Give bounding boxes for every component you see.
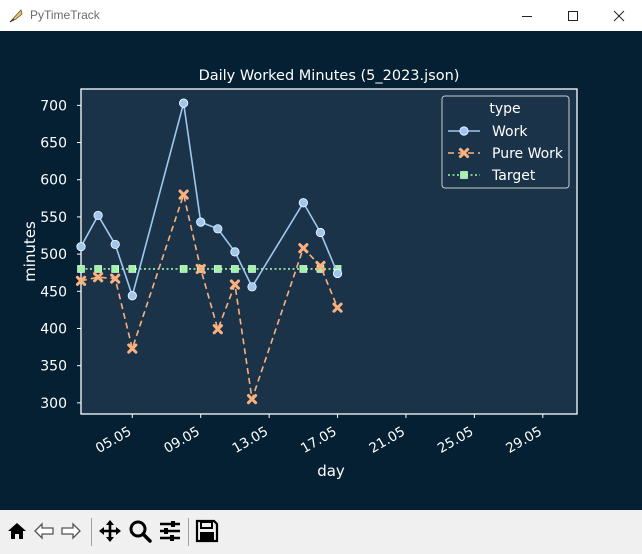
maximize-icon (568, 10, 578, 21)
x-tick-label: 13.05 (230, 424, 271, 457)
toolbar-separator (188, 518, 189, 546)
close-icon (613, 10, 625, 21)
back-arrow-icon (34, 522, 54, 540)
x-tick-label: 09.05 (161, 424, 202, 457)
forward-button[interactable] (58, 518, 84, 544)
data-point-work (196, 217, 206, 227)
x-tick-label: 25.05 (435, 424, 476, 457)
data-point-target (231, 265, 239, 273)
x-axis-label: day (317, 462, 345, 480)
legend-label-target: Target (491, 168, 536, 184)
zoom-icon (129, 520, 152, 543)
data-point-work (332, 268, 343, 279)
data-point-work (247, 282, 257, 292)
minimize-icon (522, 15, 532, 17)
x-tick-label: 29.05 (503, 424, 544, 457)
data-point-work (76, 242, 86, 252)
y-tick-label: 550 (40, 210, 67, 226)
close-button[interactable] (596, 0, 642, 31)
data-point-target (77, 265, 85, 273)
data-point-work (315, 227, 326, 238)
chart-title: Daily Worked Minutes (5_2023.json) (199, 68, 460, 84)
y-tick-label: 700 (40, 98, 67, 114)
x-tick-label: 17.05 (298, 424, 339, 457)
data-point-target (299, 265, 308, 273)
line-chart: Daily Worked Minutes (5_2023.json) 300 350… (21, 68, 578, 480)
legend-label-pure-work: Pure Work (492, 146, 564, 162)
data-point-target (214, 265, 222, 273)
y-tick-label: 300 (40, 396, 67, 412)
data-point-target (128, 265, 137, 273)
legend-marker-work (459, 126, 469, 136)
legend-marker-target (460, 171, 468, 179)
configure-subplots-button[interactable] (157, 518, 183, 544)
save-button[interactable] (194, 518, 220, 544)
y-tick-label: 350 (40, 359, 67, 375)
x-tick-label: 05.05 (93, 424, 134, 457)
home-icon (8, 523, 26, 539)
y-tick-label: 650 (40, 136, 67, 152)
forward-arrow-icon (61, 522, 81, 540)
window-title: PyTimeTrack (30, 8, 100, 22)
x-tick-label: 21.05 (366, 424, 407, 457)
toolbar-separator (91, 518, 92, 546)
data-point-target (248, 265, 256, 273)
legend-label-work: Work (492, 124, 528, 140)
plot-canvas[interactable]: Daily Worked Minutes (5_2023.json) 300 350… (0, 31, 642, 510)
data-point-work (179, 98, 189, 108)
home-button[interactable] (4, 518, 30, 544)
data-point-work (230, 247, 240, 257)
data-point-target (111, 265, 120, 273)
feather-pen-icon (9, 9, 23, 23)
data-point-work (110, 239, 120, 250)
data-point-target (179, 265, 188, 273)
data-point-work (127, 291, 137, 301)
data-point-target (94, 265, 102, 273)
maximize-button[interactable] (550, 0, 596, 31)
save-icon (195, 519, 219, 543)
title-bar: PyTimeTrack (0, 0, 642, 32)
configure-subplots-icon (160, 521, 180, 541)
y-axis-label: minutes (21, 221, 39, 282)
navigation-toolbar (0, 510, 642, 554)
minimize-button[interactable] (504, 0, 550, 31)
pan-icon (99, 520, 121, 542)
y-tick-label: 600 (40, 173, 67, 189)
y-tick-label: 400 (40, 321, 67, 337)
legend-title: type (489, 101, 520, 117)
pan-button[interactable] (97, 518, 123, 544)
zoom-button[interactable] (127, 518, 153, 544)
data-point-work (213, 224, 223, 234)
back-button[interactable] (31, 518, 57, 544)
data-point-work (298, 198, 308, 208)
data-point-work (93, 210, 103, 221)
y-tick-label: 450 (40, 284, 67, 300)
y-tick-label: 500 (40, 247, 67, 263)
